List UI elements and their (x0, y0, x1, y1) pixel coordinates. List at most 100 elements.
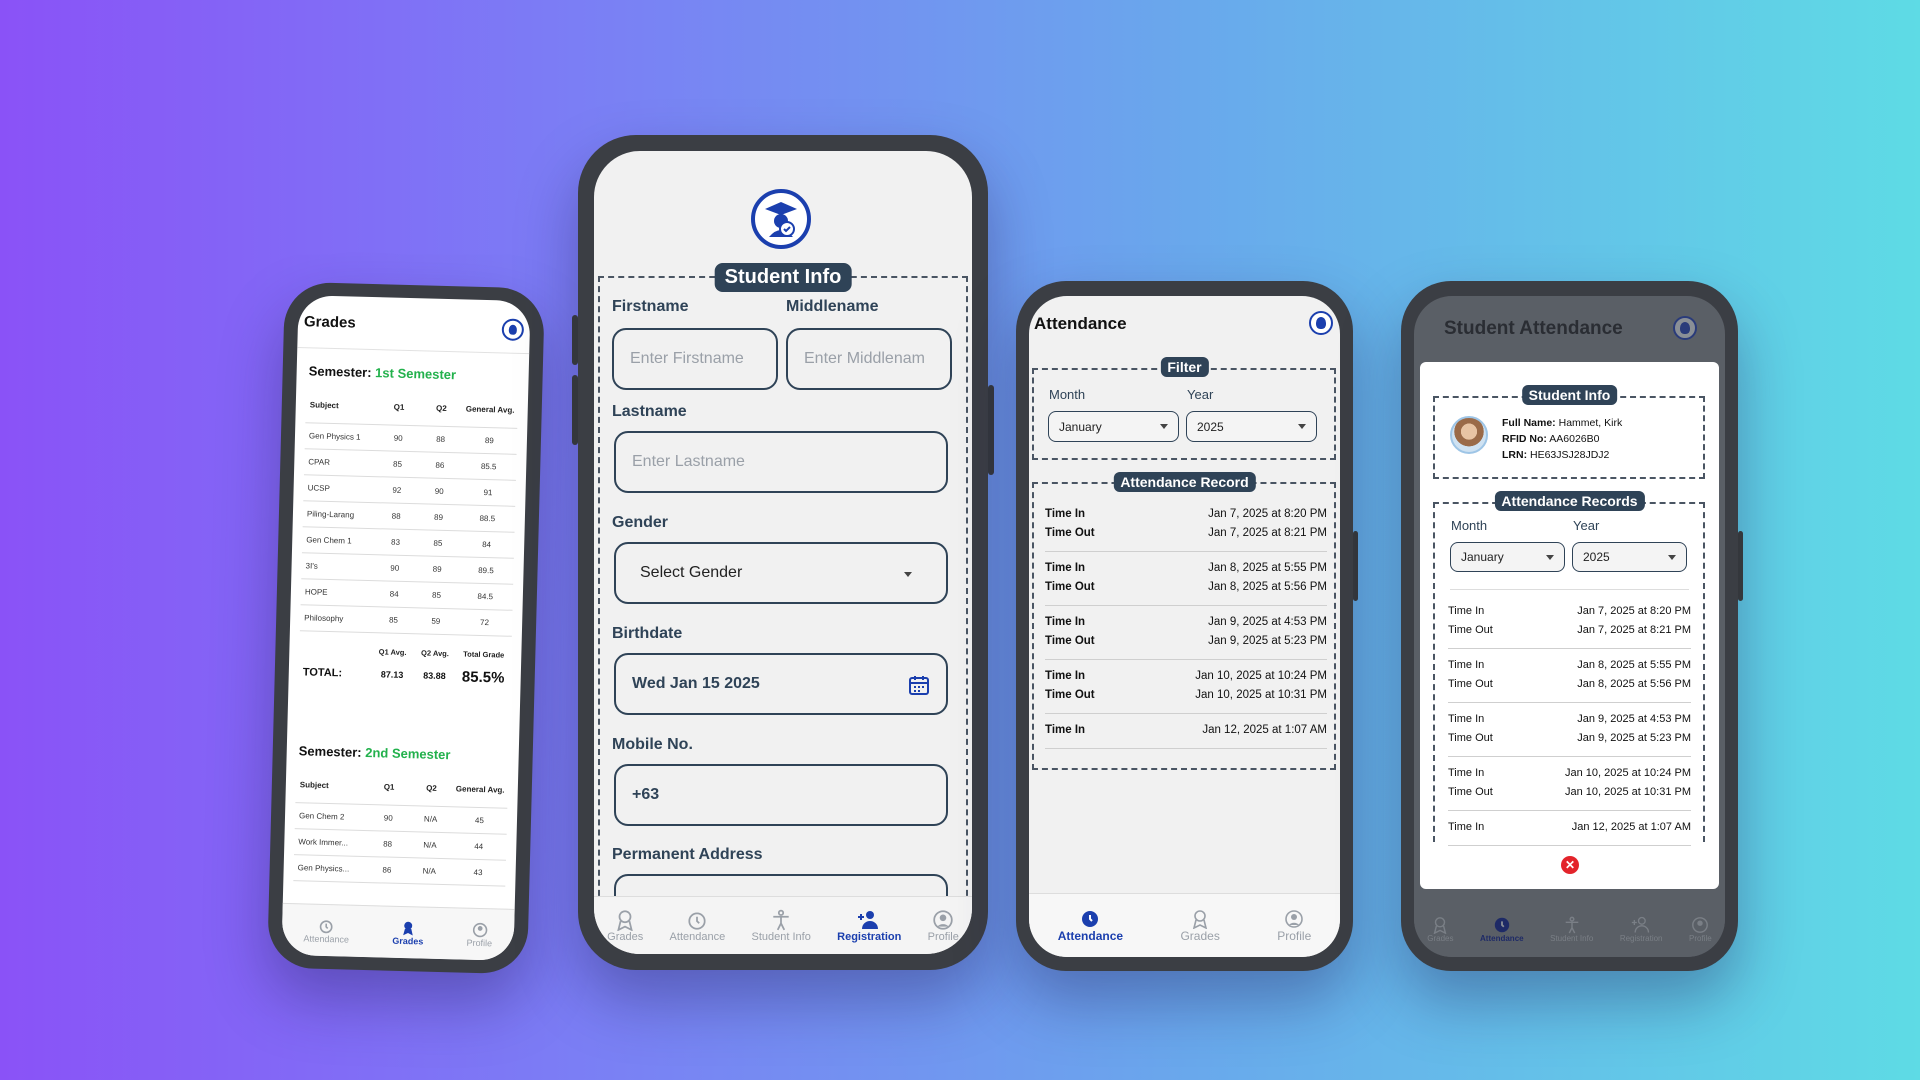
table-cell: 91 (483, 487, 493, 498)
nav-label: Profile (1689, 933, 1712, 943)
nav-profile[interactable]: Profile (928, 909, 959, 943)
avatar (1450, 416, 1488, 454)
time-in-label: Time In (1448, 713, 1485, 725)
nav-label: Registration (1619, 933, 1663, 943)
table-cell: 84.5 (477, 591, 494, 602)
nav-attendance[interactable]: Attendance (303, 917, 349, 944)
attendance-record-list: Time In Jan 7, 2025 at 8:20 PM Time Out Jan… (1045, 498, 1327, 749)
grades-table-sem2: Subject Q1 Q2 General Avg. Gen Chem 2 90 N/A 45… (293, 767, 509, 887)
table-cell: 86 (382, 865, 392, 875)
table-cell: HOPE (304, 587, 328, 597)
nav-profile[interactable]: Profile (1689, 916, 1712, 943)
attendance-screen: Attendance Filter Month Year January 202… (1029, 296, 1340, 957)
student-info-title: Student Info (1521, 385, 1618, 405)
mobile-label: Mobile No. (612, 736, 693, 753)
nav-student-info[interactable]: Student Info (752, 909, 811, 943)
table-cell: 85.5 (480, 461, 497, 472)
middlename-input[interactable]: Enter Middlenam (786, 328, 952, 390)
nav-student-info[interactable]: Student Info (1550, 916, 1593, 943)
table-row: Gen Physics... 86 N/A 43 (293, 855, 506, 887)
chevron-down-icon (1160, 424, 1168, 429)
average-header: Q1 Avg. (378, 646, 407, 657)
time-out-value: Jan 8, 2025 at 5:56 PM (1577, 678, 1691, 690)
year-label: Year (1573, 518, 1600, 533)
time-out: Time Out Jan 10, 2025 at 10:31 PM (1045, 686, 1327, 705)
year-select[interactable]: 2025 (1572, 542, 1687, 572)
column-header: Q1 (393, 402, 405, 412)
nav-profile[interactable]: Profile (466, 921, 492, 948)
nav-profile[interactable]: Profile (1277, 909, 1311, 943)
time-out-label: Time Out (1045, 581, 1095, 593)
registration-screen: Student Info Firstname Enter Firstname M… (594, 151, 972, 954)
nav-label: Registration (837, 930, 902, 943)
table-cell: 88 (391, 511, 401, 521)
nav-label: Attendance (303, 932, 350, 945)
award-icon (1434, 916, 1447, 934)
time-in-label: Time In (1448, 605, 1485, 617)
nav-label: Profile (1277, 928, 1312, 943)
nav-label: Attendance (669, 930, 726, 943)
mobile-input[interactable]: +63 (614, 764, 948, 826)
semester-2-name: 2nd Semester (365, 744, 451, 763)
grades-screen: Grades Semester: 1st Semester Subject Q1 Q… (281, 295, 531, 961)
time-in-label: Time In (1448, 659, 1485, 671)
table-cell: N/A (422, 866, 437, 876)
attendance-record: Time In Jan 12, 2025 at 1:07 AM (1448, 811, 1691, 846)
attendance-record: Time In Jan 12, 2025 at 1:07 AM (1045, 714, 1327, 749)
time-in-label: Time In (1448, 821, 1485, 833)
table-cell: 3I's (305, 561, 318, 571)
nav-attendance[interactable]: Attendance (669, 909, 726, 943)
table-cell: N/A (423, 840, 437, 850)
table-cell: 84 (389, 589, 399, 599)
time-in-label: Time In (1448, 767, 1485, 779)
table-cell: 83 (390, 537, 401, 547)
table-cell: 85 (388, 615, 399, 625)
table-cell: UCSP (307, 483, 330, 493)
month-select-value: January (1461, 550, 1504, 564)
table-cell: 44 (474, 841, 484, 852)
month-select[interactable]: January (1450, 542, 1565, 572)
app-logo-icon[interactable] (1309, 311, 1333, 335)
chevron-down-icon (904, 572, 912, 577)
nav-registration[interactable]: Registration (837, 909, 901, 943)
calendar-icon[interactable] (908, 674, 930, 696)
nav-grades[interactable]: Grades (1427, 916, 1454, 943)
month-select[interactable]: January (1048, 411, 1179, 442)
firstname-input[interactable]: Enter Firstname (612, 328, 778, 390)
nav-grades[interactable]: Grades (1180, 909, 1220, 943)
nav-label: Student Info (1550, 933, 1594, 943)
nav-registration[interactable]: Registration (1620, 916, 1663, 943)
year-select-value: 2025 (1197, 419, 1224, 434)
attendance-record: Time In Jan 9, 2025 at 4:53 PM Time Out Jan… (1448, 703, 1691, 757)
time-out: Time Out Jan 9, 2025 at 5:23 PM (1045, 632, 1327, 651)
time-out: Time Out Jan 9, 2025 at 5:23 PM (1448, 729, 1691, 748)
lastname-label: Lastname (612, 403, 687, 420)
app-logo-icon[interactable] (501, 318, 525, 341)
birthdate-input[interactable]: Wed Jan 15 2025 (614, 653, 948, 715)
nav-attendance[interactable]: Attendance (1480, 916, 1524, 943)
table-cell: 89 (484, 436, 494, 446)
gender-select[interactable]: Select Gender (614, 542, 948, 604)
app-logo-icon[interactable] (1673, 316, 1697, 340)
total-label: TOTAL: (302, 666, 343, 680)
time-out-value: Jan 9, 2025 at 5:23 PM (1577, 732, 1691, 744)
lastname-input[interactable]: Enter Lastname (614, 431, 948, 493)
q1-avg: 87.13 (380, 669, 404, 680)
bottom-nav: Attendance Grades Profile (281, 902, 515, 961)
time-in-value: Jan 10, 2025 at 10:24 PM (1565, 767, 1691, 779)
close-button[interactable]: ✕ (1561, 856, 1579, 874)
time-in: Time In Jan 9, 2025 at 4:53 PM (1045, 613, 1327, 632)
time-out: Time Out Jan 7, 2025 at 8:21 PM (1448, 621, 1691, 640)
nav-grades[interactable]: Grades (392, 919, 424, 946)
time-in-value: Jan 12, 2025 at 1:07 AM (1202, 724, 1327, 736)
time-in: Time In Jan 7, 2025 at 8:20 PM (1045, 505, 1327, 524)
nav-label: Profile (466, 937, 493, 948)
year-select[interactable]: 2025 (1186, 411, 1317, 442)
birthdate-value: Wed Jan 15 2025 (632, 675, 760, 692)
nav-label: Grades (1180, 928, 1220, 943)
firstname-label: Firstname (612, 298, 689, 315)
student-rfid: AA6026B0 (1549, 433, 1600, 445)
nav-grades[interactable]: Grades (607, 909, 643, 943)
nav-attendance[interactable]: Attendance (1058, 909, 1123, 943)
bottom-nav: Grades Attendance Student Info Registrat… (594, 896, 972, 954)
